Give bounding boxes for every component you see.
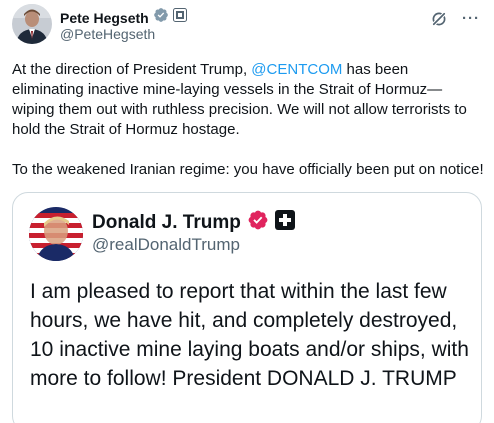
- author-handle[interactable]: @PeteHegseth: [60, 26, 155, 42]
- post: Pete Hegseth @PeteHegseth ··· At the dir…: [0, 0, 494, 423]
- post-text: At the direction of President Trump, @CE…: [12, 60, 484, 140]
- author-name[interactable]: Pete Hegseth: [60, 10, 149, 26]
- grok-icon[interactable]: [430, 10, 448, 28]
- avatar[interactable]: [12, 4, 52, 44]
- affiliate-badge-icon: [274, 210, 295, 235]
- verified-gray-icon: [153, 7, 169, 28]
- government-badge-icon: [172, 8, 187, 27]
- verified-badge-icon: [247, 209, 269, 236]
- post-text-start: At the direction of President Trump,: [12, 61, 252, 78]
- quoted-post-text: I am pleased to report that within the l…: [30, 280, 469, 390]
- top-actions: ···: [430, 10, 480, 28]
- mention-link[interactable]: @CENTCOM: [251, 61, 342, 78]
- more-icon[interactable]: ···: [462, 10, 480, 28]
- quoted-post[interactable]: Donald J. Trump @realDonaldTrump I am pl…: [12, 192, 482, 423]
- quoted-name-row: Donald J. Trump: [92, 209, 295, 236]
- quoted-author-handle[interactable]: @realDonaldTrump: [92, 235, 240, 255]
- quoted-avatar[interactable]: [29, 207, 83, 261]
- post-text-paragraph-2: To the weakened Iranian regime: you have…: [12, 161, 484, 178]
- author-name-row: Pete Hegseth: [60, 7, 187, 28]
- quoted-author-name[interactable]: Donald J. Trump: [92, 212, 241, 234]
